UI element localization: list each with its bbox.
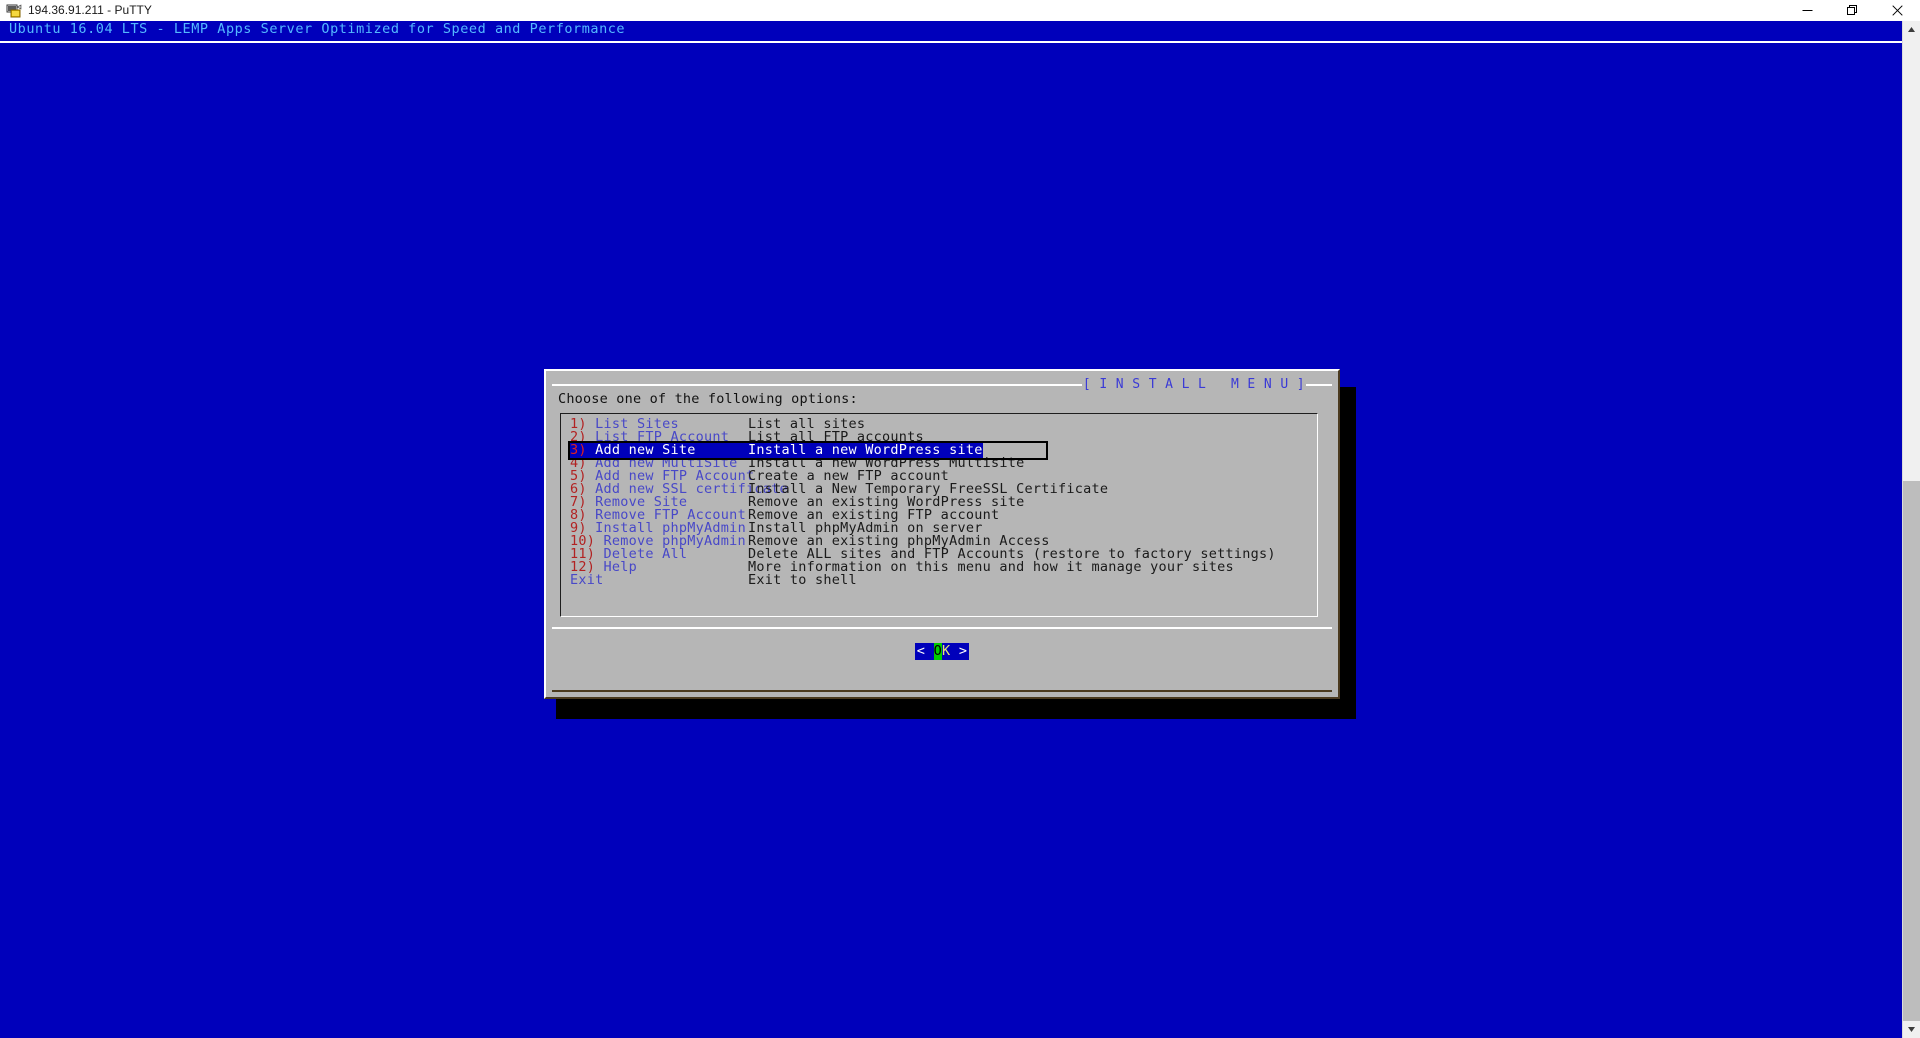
close-button[interactable]	[1875, 0, 1920, 21]
ok-right-bracket: >	[958, 643, 968, 659]
install-menu-dialog: [ I N S T A L L M E N U ] Choose one of …	[544, 369, 1340, 699]
minimize-button[interactable]	[1785, 0, 1830, 21]
menu-item-name: Exit	[570, 572, 604, 588]
putty-window: 194.36.91.211 - PuTTY Ubuntu 16.04 LTS -…	[0, 0, 1920, 1038]
menu-list[interactable]: 1) List Sites List all sites 2) List FTP A…	[560, 413, 1318, 617]
window-title: 194.36.91.211 - PuTTY	[28, 3, 152, 17]
terminal-banner: Ubuntu 16.04 LTS - LEMP Apps Server Opti…	[9, 21, 626, 37]
menu-item-description: Exit to shell	[748, 572, 857, 588]
menu-item-exit[interactable]: Exit Exit to shell	[570, 572, 1317, 588]
ok-button[interactable]: < O K >	[914, 643, 970, 660]
menu-item-help[interactable]: 12) Help More information on this menu an…	[570, 560, 1317, 574]
putty-icon	[6, 3, 22, 19]
scrollbar-up-arrow-icon[interactable]	[1903, 21, 1920, 38]
menu-item-tag: 3) Add new Site	[570, 443, 748, 458]
window-titlebar[interactable]: 194.36.91.211 - PuTTY	[0, 0, 1920, 22]
ok-left-bracket: <	[916, 643, 926, 659]
terminal-scrollbar[interactable]	[1902, 21, 1920, 1038]
menu-item-number: 3)	[570, 442, 587, 458]
menu-item-name: Add new Site	[586, 442, 696, 458]
title-rule-left	[552, 383, 1082, 386]
menu-item-description: Install a new WordPress site	[748, 442, 983, 458]
dialog-title-row: [ I N S T A L L M E N U ]	[552, 377, 1332, 392]
dialog-title: [ I N S T A L L M E N U ]	[1082, 377, 1305, 392]
maximize-button[interactable]	[1830, 0, 1875, 21]
scrollbar-down-arrow-icon[interactable]	[1903, 1021, 1920, 1038]
scrollbar-thumb[interactable]	[1903, 481, 1920, 1021]
dialog-bottom-edge	[552, 690, 1332, 692]
dialog-button-row: < O K >	[546, 643, 1338, 660]
menu-item-add-new-site[interactable]: 3) Add new Site Install a new WordPress s…	[568, 441, 1317, 460]
window-controls	[1785, 0, 1920, 21]
dialog-prompt: Choose one of the following options:	[558, 391, 858, 407]
ok-label-rest: K	[942, 643, 951, 659]
title-rule-right	[1306, 383, 1332, 386]
menu-item-tag: Exit	[570, 572, 748, 588]
terminal-screen[interactable]: Ubuntu 16.04 LTS - LEMP Apps Server Opti…	[0, 21, 1902, 1038]
ok-hotkey: O	[933, 643, 942, 660]
banner-divider	[0, 41, 1902, 43]
dialog-separator	[552, 627, 1332, 629]
